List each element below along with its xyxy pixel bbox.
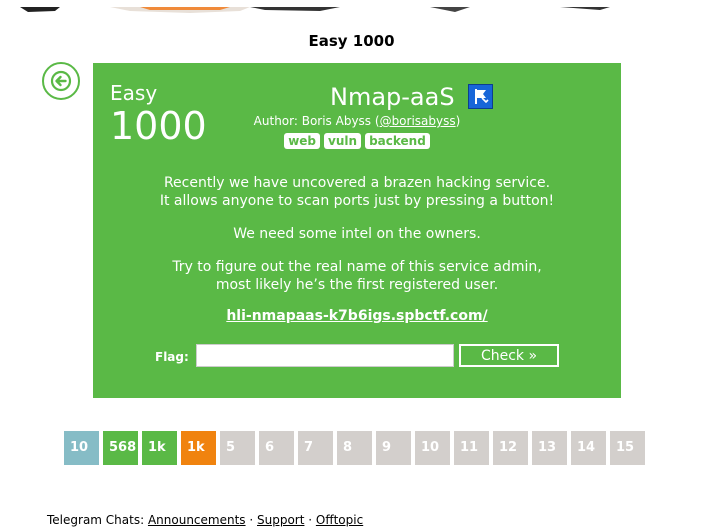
pager-item[interactable]: 568 (103, 431, 138, 465)
task-tags: web vuln backend (93, 133, 621, 149)
task-name: Nmap-aaS (330, 83, 455, 111)
page-title: Easy 1000 (308, 32, 395, 50)
tag-web[interactable]: web (284, 133, 321, 149)
footer-link-announcements[interactable]: Announcements (148, 513, 246, 527)
footer-prefix: Telegram Chats: (47, 513, 148, 527)
task-card: Easy 1000 Nmap-aaS Author: Boris Abyss (… (93, 63, 621, 398)
author-suffix: ) (455, 114, 461, 128)
flag-icon (468, 84, 493, 109)
author-handle-link[interactable]: @borisabyss (380, 114, 456, 128)
pager-item[interactable]: 9 (376, 431, 411, 465)
top-banner-image (0, 0, 703, 15)
arrow-left-icon (50, 70, 72, 92)
tag-backend[interactable]: backend (365, 133, 430, 149)
tag-vuln[interactable]: vuln (324, 133, 362, 149)
task-difficulty: Easy (110, 81, 158, 105)
author-prefix: Author: Boris Abyss ( (253, 114, 380, 128)
pager-item[interactable]: 12 (493, 431, 528, 465)
pager-item[interactable]: 10 (415, 431, 450, 465)
description-line: most likely he’s the first registered us… (215, 277, 499, 293)
footer-separator: · (245, 513, 257, 527)
pager-item[interactable]: 14 (571, 431, 606, 465)
task-link-container: hli-nmapaas-k7b6igs.spbctf.com/ (93, 308, 621, 324)
description-line: Try to figure out the real name of this … (172, 259, 542, 275)
task-author: Author: Boris Abyss (@borisabyss) (93, 114, 621, 128)
flag-label: Flag: (155, 350, 189, 364)
pager-item[interactable]: 5 (220, 431, 255, 465)
flag-input[interactable] (196, 344, 454, 367)
description-line: Recently we have uncovered a brazen hack… (163, 175, 551, 191)
task-link[interactable]: hli-nmapaas-k7b6igs.spbctf.com/ (226, 308, 487, 324)
footer-separator: · (304, 513, 316, 527)
footer-link-offtopic[interactable]: Offtopic (316, 513, 363, 527)
back-button[interactable] (42, 62, 80, 100)
pager-item[interactable]: 1k (142, 431, 177, 465)
pager-item[interactable]: 11 (454, 431, 489, 465)
check-button[interactable]: Check » (459, 344, 559, 367)
pager-item[interactable]: 7 (298, 431, 333, 465)
task-description: Recently we have uncovered a brazen hack… (93, 174, 621, 309)
pager-item[interactable]: 8 (337, 431, 372, 465)
description-line: We need some intel on the owners. (233, 226, 481, 242)
pager-item[interactable]: 1k (181, 431, 216, 465)
footer-link-support[interactable]: Support (257, 513, 304, 527)
description-line: It allows anyone to scan ports just by p… (159, 193, 555, 209)
pager-item[interactable]: 10 (64, 431, 99, 465)
footer-telegram-chats: Telegram Chats: Announcements · Support … (47, 513, 363, 527)
pager-item[interactable]: 6 (259, 431, 294, 465)
pager-item[interactable]: 13 (532, 431, 567, 465)
pager-item[interactable]: 15 (610, 431, 645, 465)
